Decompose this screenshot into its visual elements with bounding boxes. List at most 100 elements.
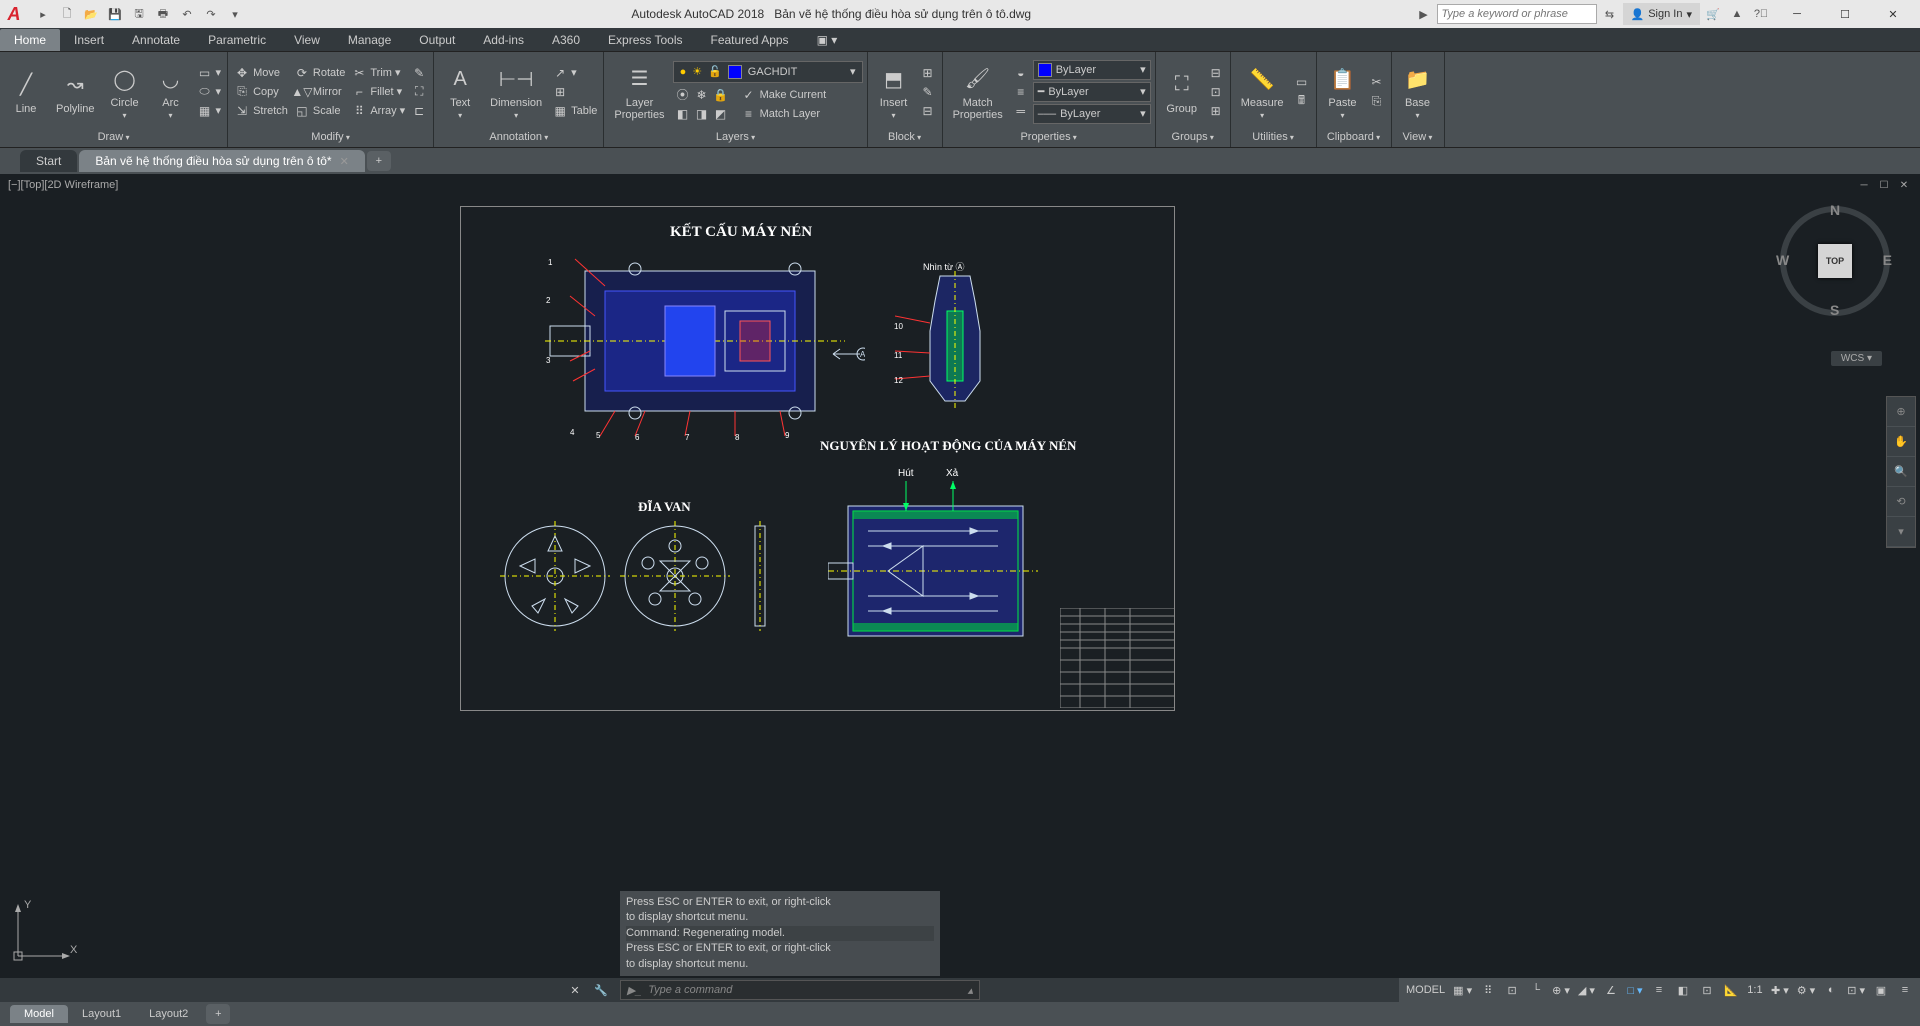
cut-button[interactable]: ✂ — [1367, 73, 1387, 91]
osnap-icon[interactable]: ∠ — [1600, 980, 1622, 1000]
line-button[interactable]: ╱Line — [4, 67, 48, 117]
calc-button[interactable]: 🖩 — [1292, 92, 1312, 110]
close-button[interactable]: ✕ — [1870, 0, 1916, 28]
viewcube-top[interactable]: TOP — [1818, 244, 1852, 278]
panel-title-properties[interactable]: Properties — [947, 129, 1151, 145]
scale-display[interactable]: 1:1 — [1744, 980, 1766, 1000]
nav-zoom-icon[interactable]: 🔍 — [1887, 457, 1915, 487]
hwaccel-icon[interactable]: ◐ — [1820, 980, 1842, 1000]
cart-icon[interactable]: 🛒 — [1702, 3, 1724, 25]
explode-button[interactable]: ⛶ — [409, 83, 429, 101]
linetype-dropdown[interactable]: –––ByLayer▾ — [1033, 104, 1151, 124]
snap-icon[interactable]: ⠿ — [1477, 980, 1499, 1000]
app-icon[interactable]: ▲ — [1726, 3, 1748, 25]
qat-saveas-icon[interactable]: 🖫 — [128, 3, 150, 25]
arc-button[interactable]: ◡Arc▾ — [149, 61, 193, 122]
layer-dropdown[interactable]: ● ☀ 🔓 GACHDIT ▾ — [673, 61, 863, 83]
color-list-button[interactable]: ◒ — [1011, 64, 1031, 82]
qat-open-icon[interactable]: 📂 — [80, 3, 102, 25]
panel-title-draw[interactable]: Draw — [4, 129, 223, 145]
tab-express[interactable]: Express Tools — [594, 29, 696, 51]
circle-button[interactable]: ◯Circle▾ — [103, 61, 147, 122]
maximize-button[interactable]: ☐ — [1822, 0, 1868, 28]
polyline-button[interactable]: ↝Polyline — [50, 67, 101, 117]
qat-new-icon[interactable]: 🗋 — [56, 3, 78, 25]
qat-new-icon[interactable]: ▸ — [32, 3, 54, 25]
mirror-button[interactable]: ▲▽Mirror — [292, 83, 347, 101]
new-layout-button[interactable]: + — [206, 1004, 230, 1024]
cmd-config-icon[interactable]: 🔧 — [590, 980, 612, 1000]
file-tab-start[interactable]: Start — [20, 150, 77, 172]
select-button[interactable]: ▭ — [1292, 73, 1312, 91]
rectangle-button[interactable]: ▭▾ — [195, 64, 224, 82]
fillet-button[interactable]: ⌐Fillet ▾ — [349, 83, 407, 101]
measure-button[interactable]: 📏Measure▾ — [1235, 61, 1290, 122]
ungroup-button[interactable]: ⊟ — [1206, 64, 1226, 82]
leader2-button[interactable]: ⊞ — [550, 83, 599, 101]
status-model[interactable]: MODEL — [1403, 980, 1448, 1000]
viewcube-e[interactable]: E — [1883, 252, 1892, 268]
layer-props-button[interactable]: ☰Layer Properties — [608, 61, 670, 123]
edit-block-button[interactable]: ✎ — [918, 83, 938, 101]
base-button[interactable]: 📁Base▾ — [1396, 61, 1440, 122]
polar-icon[interactable]: ⊕ ▾ — [1549, 980, 1573, 1000]
table-button[interactable]: ▦Table — [550, 102, 599, 120]
groupbox-button[interactable]: ⊞ — [1206, 102, 1226, 120]
tab-output[interactable]: Output — [405, 29, 469, 51]
drawing-canvas[interactable]: KẾT CẤU MÁY NÉN NGUYÊN LÝ HOẠT ĐỘNG CỦA … — [0, 196, 1920, 978]
match-layer-button[interactable]: ≡Match Layer — [739, 105, 829, 123]
iso-icon[interactable]: ◢ ▾ — [1575, 980, 1598, 1000]
group-button[interactable]: ⛶Group — [1160, 67, 1204, 117]
cmd-expand-icon[interactable]: ▴ — [967, 984, 973, 997]
ellipse-button[interactable]: ⬭▾ — [195, 83, 224, 101]
tab-addins[interactable]: Add-ins — [469, 29, 538, 51]
otrack-icon[interactable]: □ ▾ — [1624, 980, 1646, 1000]
viewcube-n[interactable]: N — [1830, 202, 1840, 218]
insert-button[interactable]: ⬒Insert▾ — [872, 61, 916, 122]
minimize-button[interactable]: ─ — [1774, 0, 1820, 28]
leader-button[interactable]: ↗▾ — [550, 64, 599, 82]
trim-button[interactable]: ✂Trim ▾ — [349, 64, 407, 82]
tab-home[interactable]: Home — [0, 29, 60, 51]
search-go-icon[interactable]: ▶ — [1413, 3, 1435, 25]
close-tab-icon[interactable]: ✕ — [340, 155, 349, 168]
tab-view[interactable]: View — [280, 29, 334, 51]
layout-tab-model[interactable]: Model — [10, 1005, 68, 1023]
annomon-icon[interactable]: ✚ ▾ — [1768, 980, 1792, 1000]
wcs-badge[interactable]: WCS ▾ — [1831, 351, 1882, 366]
nav-orbit-icon[interactable]: ⟲ — [1887, 487, 1915, 517]
nav-showmenu-icon[interactable]: ▾ — [1887, 517, 1915, 547]
vp-minimize-icon[interactable]: ─ — [1856, 177, 1872, 193]
cmd-close-icon[interactable]: ✕ — [564, 980, 586, 1000]
panel-title-layers[interactable]: Layers — [608, 129, 862, 145]
tab-annotate[interactable]: Annotate — [118, 29, 194, 51]
panel-title-view[interactable]: View — [1396, 129, 1440, 145]
offset-button[interactable]: ⊏ — [409, 102, 429, 120]
copy-button[interactable]: ⎘Copy — [232, 83, 290, 101]
layer-isolate-button[interactable]: ◧◨◩ — [673, 105, 731, 123]
tab-manage[interactable]: Manage — [334, 29, 405, 51]
signin-button[interactable]: 👤 Sign In ▾ — [1623, 3, 1700, 25]
match-props-button[interactable]: 🖌Match Properties — [947, 61, 1009, 123]
move-button[interactable]: ✥Move — [232, 64, 290, 82]
qat-undo-icon[interactable]: ↶ — [176, 3, 198, 25]
customize-icon[interactable]: ≡ — [1894, 980, 1916, 1000]
erase-button[interactable]: ✎ — [409, 64, 429, 82]
ortho-icon[interactable]: └ — [1525, 980, 1547, 1000]
hatch-button[interactable]: ▦▾ — [195, 102, 224, 120]
panel-title-annotation[interactable]: Annotation — [438, 129, 599, 145]
ribbon-expand-icon[interactable]: ▣ ▾ — [803, 29, 852, 51]
nav-wheel-icon[interactable]: ⊕ — [1887, 397, 1915, 427]
exchange-icon[interactable]: ⇆ — [1599, 3, 1621, 25]
file-tab-current[interactable]: Bản vẽ hệ thống điều hòa sử dụng trên ô … — [79, 150, 364, 172]
panel-title-block[interactable]: Block — [872, 129, 938, 145]
lineweight-dropdown[interactable]: ━ByLayer▾ — [1033, 82, 1151, 102]
paste-button[interactable]: 📋Paste▾ — [1321, 61, 1365, 122]
panel-title-utilities[interactable]: Utilities — [1235, 129, 1312, 145]
annoscale-icon[interactable]: 📐 — [1720, 980, 1742, 1000]
vp-maximize-icon[interactable]: ☐ — [1876, 177, 1892, 193]
layout-tab-2[interactable]: Layout2 — [135, 1005, 202, 1023]
cycling-icon[interactable]: ⊡ — [1696, 980, 1718, 1000]
array-button[interactable]: ⠿Array ▾ — [349, 102, 407, 120]
workspace-icon[interactable]: ⚙ ▾ — [1794, 980, 1818, 1000]
